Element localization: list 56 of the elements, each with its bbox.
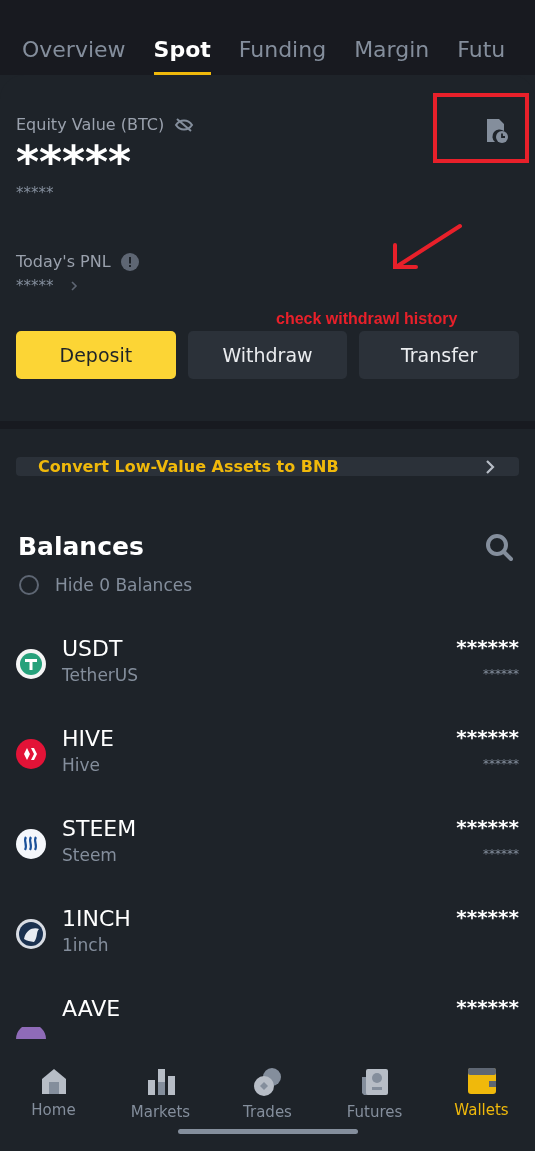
coin-icon bbox=[16, 829, 46, 859]
section-title: Balances bbox=[18, 532, 144, 561]
tab[interactable]: Futu bbox=[457, 22, 506, 75]
wallet-icon bbox=[466, 1067, 497, 1095]
home-icon bbox=[39, 1067, 68, 1095]
pnl-label: Today's PNL bbox=[16, 252, 111, 271]
action-button[interactable]: Transfer bbox=[359, 331, 519, 379]
coin-symbol: STEEM bbox=[62, 815, 138, 843]
bar-chart-icon bbox=[145, 1067, 176, 1097]
coin-icon bbox=[16, 1027, 46, 1039]
annotation-text: check withdrawl history bbox=[276, 310, 458, 328]
convert-banner[interactable]: Convert Low-Value Assets to BNB bbox=[16, 457, 519, 476]
action-button[interactable]: Withdraw bbox=[187, 331, 348, 379]
coin-symbol: USDT bbox=[62, 635, 124, 663]
history-icon[interactable] bbox=[485, 118, 509, 144]
equity-label: Equity Value (BTC) bbox=[16, 115, 165, 134]
chevron-icon[interactable] bbox=[69, 280, 78, 292]
coin-amount: ****** bbox=[456, 815, 519, 839]
tab[interactable]: Funding bbox=[238, 22, 327, 75]
nav-item[interactable]: Trades bbox=[222, 1067, 313, 1121]
coin-symbol: HIVE bbox=[62, 725, 115, 753]
coin-name: TetherUS bbox=[62, 665, 140, 685]
radio-button[interactable] bbox=[19, 575, 39, 595]
coin-icon bbox=[16, 739, 46, 769]
nav-item[interactable]: Home bbox=[8, 1067, 99, 1121]
info-icon[interactable] bbox=[120, 252, 139, 271]
action-button[interactable]: Deposit bbox=[16, 331, 176, 379]
coin-value: ****** bbox=[483, 847, 519, 861]
tab[interactable]: Margin bbox=[354, 22, 430, 75]
pnl-value: ***** bbox=[16, 277, 54, 295]
coin-icon bbox=[16, 919, 46, 949]
arrow-icon bbox=[390, 223, 464, 271]
eye-slash-icon bbox=[174, 116, 195, 133]
document-icon bbox=[359, 1067, 390, 1097]
coin-amount: ****** bbox=[456, 725, 519, 749]
coins-icon bbox=[252, 1067, 283, 1097]
coin-amount: ****** bbox=[456, 995, 519, 1019]
nav-item[interactable]: Wallets bbox=[436, 1067, 527, 1121]
coin-symbol: 1INCH bbox=[62, 905, 132, 933]
equity-value: ***** bbox=[16, 140, 133, 180]
tab[interactable]: Overview bbox=[22, 22, 126, 75]
coin-amount: ****** bbox=[456, 905, 519, 929]
equity-sub-value: ***** bbox=[16, 184, 55, 202]
coin-amount: ****** bbox=[456, 635, 519, 659]
coin-name: Steem bbox=[62, 845, 118, 865]
coin-name: Hive bbox=[62, 755, 102, 775]
coin-icon bbox=[16, 649, 46, 679]
coin-value: ****** bbox=[483, 757, 519, 771]
coin-symbol: AAVE bbox=[62, 995, 122, 1023]
search-icon[interactable] bbox=[485, 532, 513, 561]
coin-name: 1inch bbox=[62, 935, 110, 955]
hide-zero-toggle[interactable]: Hide 0 Balances bbox=[16, 575, 193, 595]
chevron-icon bbox=[485, 458, 495, 475]
nav-item[interactable]: Futures bbox=[329, 1067, 420, 1121]
nav-item[interactable]: Markets bbox=[115, 1067, 206, 1121]
coin-value: ****** bbox=[483, 667, 519, 681]
